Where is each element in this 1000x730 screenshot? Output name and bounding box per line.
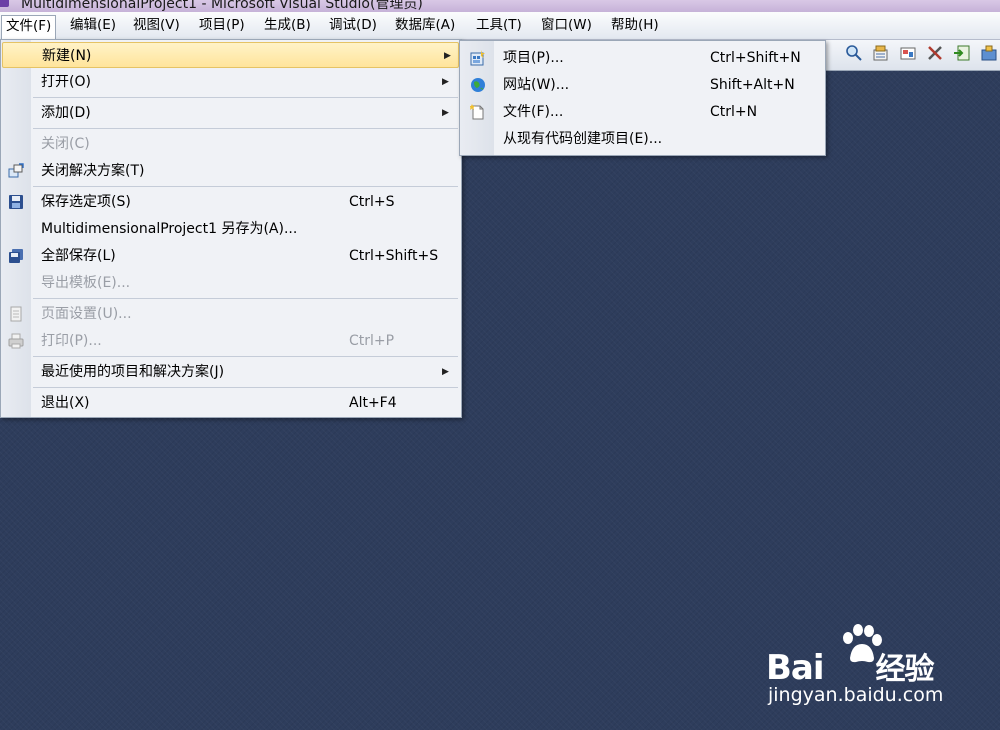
menu-item-shortcut: Alt+F4 bbox=[349, 395, 397, 411]
window-title: MultidimensionalProject1 - Microsoft Vis… bbox=[21, 0, 423, 12]
submenu-arrow-icon: ▶ bbox=[442, 77, 449, 87]
menu-view[interactable]: 视图(V) bbox=[129, 15, 184, 35]
menu-item-save-all[interactable]: 全部保存(L) Ctrl+Shift+S bbox=[1, 243, 461, 269]
menu-item-label: 页面设置(U)... bbox=[41, 306, 132, 322]
menu-item-label: 退出(X) bbox=[41, 395, 90, 411]
find-icon[interactable] bbox=[844, 44, 864, 64]
menu-item-new[interactable]: 新建(N) ▶ bbox=[2, 42, 459, 68]
menu-item-label: 打印(P)... bbox=[41, 333, 102, 349]
submenu-item-new-website[interactable]: 网站(W)... Shift+Alt+N bbox=[460, 72, 825, 99]
menu-bar: 文件(F) 编辑(E) 视图(V) 项目(P) 生成(B) 调试(D) 数据库(… bbox=[0, 12, 1000, 40]
menu-item-exit[interactable]: 退出(X) Alt+F4 bbox=[1, 390, 461, 416]
submenu-arrow-icon: ▶ bbox=[442, 108, 449, 118]
menu-item-save-as[interactable]: MultidimensionalProject1 另存为(A)... bbox=[1, 216, 461, 242]
menu-separator bbox=[33, 387, 458, 388]
page-setup-icon bbox=[8, 306, 24, 322]
submenu-item-label: 文件(F)... bbox=[503, 104, 564, 120]
watermark-url: jingyan.baidu.com bbox=[768, 684, 944, 706]
menu-database[interactable]: 数据库(A) bbox=[391, 15, 459, 35]
title-bar: MultidimensionalProject1 - Microsoft Vis… bbox=[0, 0, 1000, 12]
new-project-icon bbox=[470, 50, 486, 66]
submenu-item-shortcut: Ctrl+N bbox=[710, 104, 758, 120]
menu-item-label: 打开(O) bbox=[41, 74, 91, 90]
standard-toolbar bbox=[826, 40, 1000, 71]
baidu-jingyan-watermark: Bai 经验 jingyan.baidu.com bbox=[766, 620, 986, 710]
menu-edit[interactable]: 编辑(E) bbox=[66, 15, 120, 35]
menu-help[interactable]: 帮助(H) bbox=[607, 15, 663, 35]
visual-studio-logo-icon bbox=[0, 0, 9, 7]
menu-item-label: 新建(N) bbox=[42, 48, 92, 64]
menu-item-save-selected[interactable]: 保存选定项(S) Ctrl+S bbox=[1, 189, 461, 215]
menu-tools[interactable]: 工具(T) bbox=[472, 15, 526, 35]
properties-icon[interactable] bbox=[871, 44, 891, 64]
submenu-item-new-file[interactable]: 文件(F)... Ctrl+N bbox=[460, 99, 825, 126]
menu-file[interactable]: 文件(F) bbox=[1, 15, 57, 39]
submenu-item-label: 网站(W)... bbox=[503, 77, 570, 93]
menu-build[interactable]: 生成(B) bbox=[260, 15, 315, 35]
menu-item-label: 添加(D) bbox=[41, 105, 91, 121]
object-browser-icon[interactable] bbox=[898, 44, 918, 64]
menu-item-label: 最近使用的项目和解决方案(J) bbox=[41, 364, 225, 380]
close-solution-icon bbox=[8, 163, 24, 179]
new-file-icon bbox=[469, 104, 486, 120]
submenu-arrow-icon: ▶ bbox=[442, 367, 449, 377]
menu-item-label: MultidimensionalProject1 另存为(A)... bbox=[41, 221, 298, 237]
toolbox-icon[interactable] bbox=[979, 44, 999, 64]
save-all-icon bbox=[8, 248, 24, 264]
new-submenu: 项目(P)... Ctrl+Shift+N 网站(W)... Shift+Alt… bbox=[459, 40, 826, 156]
submenu-arrow-icon: ▶ bbox=[444, 51, 451, 61]
submenu-item-new-project[interactable]: 项目(P)... Ctrl+Shift+N bbox=[460, 45, 825, 72]
menu-item-label: 关闭(C) bbox=[41, 136, 90, 152]
website-globe-icon bbox=[470, 77, 486, 93]
file-menu-dropdown: 新建(N) ▶ 打开(O) ▶ 添加(D) ▶ 关闭(C) 关闭解决方案(T) … bbox=[0, 39, 462, 418]
menu-item-close-solution[interactable]: 关闭解决方案(T) bbox=[1, 158, 461, 184]
save-icon bbox=[8, 194, 24, 210]
submenu-item-label: 从现有代码创建项目(E)... bbox=[503, 131, 663, 147]
menu-separator bbox=[33, 298, 458, 299]
menu-separator bbox=[33, 186, 458, 187]
menu-item-shortcut: Ctrl+S bbox=[349, 194, 395, 210]
menu-item-label: 关闭解决方案(T) bbox=[41, 163, 145, 179]
menu-item-print[interactable]: 打印(P)... Ctrl+P bbox=[1, 328, 461, 354]
menu-window[interactable]: 窗口(W) bbox=[537, 15, 596, 35]
menu-item-add[interactable]: 添加(D) ▶ bbox=[1, 100, 461, 126]
menu-item-label: 全部保存(L) bbox=[41, 248, 116, 264]
menu-item-open[interactable]: 打开(O) ▶ bbox=[1, 69, 461, 95]
print-icon bbox=[8, 333, 24, 349]
menu-separator bbox=[33, 97, 458, 98]
menu-separator bbox=[33, 128, 458, 129]
menu-debug[interactable]: 调试(D) bbox=[325, 15, 381, 35]
submenu-item-shortcut: Shift+Alt+N bbox=[710, 77, 795, 93]
tools-icon[interactable] bbox=[925, 44, 945, 64]
watermark-brand: Bai 经验 bbox=[766, 648, 935, 688]
menu-project[interactable]: 项目(P) bbox=[195, 15, 249, 35]
menu-item-export-template[interactable]: 导出模板(E)... bbox=[1, 270, 461, 296]
submenu-item-project-from-existing-code[interactable]: 从现有代码创建项目(E)... bbox=[460, 126, 825, 153]
menu-item-label: 保存选定项(S) bbox=[41, 194, 131, 210]
menu-item-shortcut: Ctrl+P bbox=[349, 333, 395, 349]
menu-item-label: 导出模板(E)... bbox=[41, 275, 131, 291]
submenu-item-shortcut: Ctrl+Shift+N bbox=[710, 50, 801, 66]
submenu-item-label: 项目(P)... bbox=[503, 50, 564, 66]
menu-separator bbox=[33, 356, 458, 357]
menu-item-page-setup[interactable]: 页面设置(U)... bbox=[1, 301, 461, 327]
import-icon[interactable] bbox=[952, 44, 972, 64]
menu-item-close[interactable]: 关闭(C) bbox=[1, 131, 461, 157]
menu-item-shortcut: Ctrl+Shift+S bbox=[349, 248, 439, 264]
menu-item-recent[interactable]: 最近使用的项目和解决方案(J) ▶ bbox=[1, 359, 461, 385]
